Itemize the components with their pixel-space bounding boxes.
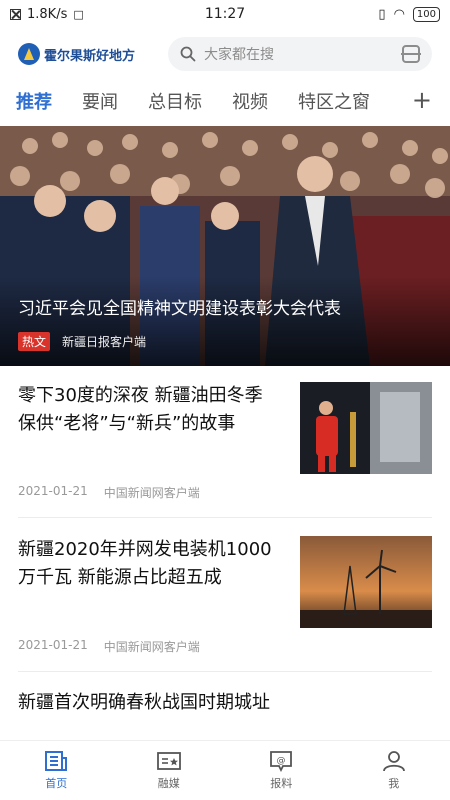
tab-overall-goal[interactable]: 总目标 xyxy=(148,88,202,114)
tab-zone-window[interactable]: 特区之窗 xyxy=(298,88,370,114)
network-speed: 1.8K/s xyxy=(27,6,68,22)
battery-icon: 100 xyxy=(412,6,440,22)
close-notification-icon xyxy=(10,8,21,20)
tab-video[interactable]: 视频 xyxy=(232,88,268,114)
app-header: 霍尔果斯好地方 大家都在搜 xyxy=(0,34,450,74)
hero-banner[interactable]: 习近平会见全国精神文明建设表彰大会代表 热文 新疆日报客户端 xyxy=(0,126,450,366)
nav-label: 我 xyxy=(388,777,400,790)
home-news-icon xyxy=(45,751,68,771)
news-date: 2021-01-21 xyxy=(18,484,88,498)
sim-icon: □ xyxy=(73,7,84,21)
tab-recommend[interactable]: 推荐 xyxy=(16,88,52,114)
hero-source: 新疆日报客户端 xyxy=(62,335,147,349)
profile-icon xyxy=(382,751,405,772)
bottom-nav: 首页 融媒 @ 报料 我 xyxy=(0,740,450,800)
nav-media[interactable]: 融媒 xyxy=(113,741,226,800)
news-item[interactable]: 新疆2020年并网发电装机1000万千瓦 新能源占比超五成 2021-01-21… xyxy=(18,536,432,654)
search-placeholder: 大家都在搜 xyxy=(204,47,274,63)
wifi-icon: ◠ xyxy=(393,6,405,22)
hero-title[interactable]: 习近平会见全国精神文明建设表彰大会代表 xyxy=(18,294,341,319)
nav-home[interactable]: 首页 xyxy=(0,741,113,800)
news-item[interactable]: 零下30度的深夜 新疆油田冬季保供“老将”与“新兵”的故事 2021-01-21… xyxy=(18,382,432,500)
status-bar: 1.8K/s □ 11:27 ▯ ◠ 100 xyxy=(0,0,450,28)
hot-badge: 热文 xyxy=(18,332,51,351)
news-source: 中国新闻网客户端 xyxy=(103,486,200,500)
news-source: 中国新闻网客户端 xyxy=(103,640,200,654)
logo-text: 霍尔果斯好地方 xyxy=(44,48,136,64)
news-title[interactable]: 零下30度的深夜 新疆油田冬季保供“老将”与“新兵”的故事 xyxy=(18,382,280,438)
vibrate-icon: ▯ xyxy=(378,6,386,22)
scan-icon[interactable] xyxy=(401,45,421,63)
report-icon: @ xyxy=(270,751,293,772)
news-title[interactable]: 新疆2020年并网发电装机1000万千瓦 新能源占比超五成 xyxy=(18,536,280,592)
media-icon xyxy=(156,752,181,770)
tab-headlines[interactable]: 要闻 xyxy=(82,88,118,114)
add-channel-icon[interactable]: + xyxy=(412,86,432,114)
svg-text:@: @ xyxy=(277,756,286,766)
search-bar[interactable]: 大家都在搜 xyxy=(168,37,432,71)
nav-report[interactable]: @ 报料 xyxy=(225,741,338,800)
app-logo[interactable]: 霍尔果斯好地方 xyxy=(18,43,158,65)
news-title[interactable]: 新疆首次明确春秋战国时期城址 xyxy=(18,689,432,717)
nav-label: 首页 xyxy=(45,777,68,790)
nav-profile[interactable]: 我 xyxy=(338,741,450,800)
nav-label: 报料 xyxy=(270,777,293,790)
news-thumbnail xyxy=(300,382,432,474)
news-item[interactable]: 新疆首次明确春秋战国时期城址 xyxy=(18,689,432,739)
search-icon xyxy=(180,46,196,62)
nav-label: 融媒 xyxy=(157,777,180,790)
news-date: 2021-01-21 xyxy=(18,638,88,652)
news-thumbnail xyxy=(300,536,432,628)
channel-tabs: 推荐 要闻 总目标 视频 特区之窗 + xyxy=(0,84,450,118)
logo-icon xyxy=(18,43,40,65)
clock: 11:27 xyxy=(204,6,246,22)
